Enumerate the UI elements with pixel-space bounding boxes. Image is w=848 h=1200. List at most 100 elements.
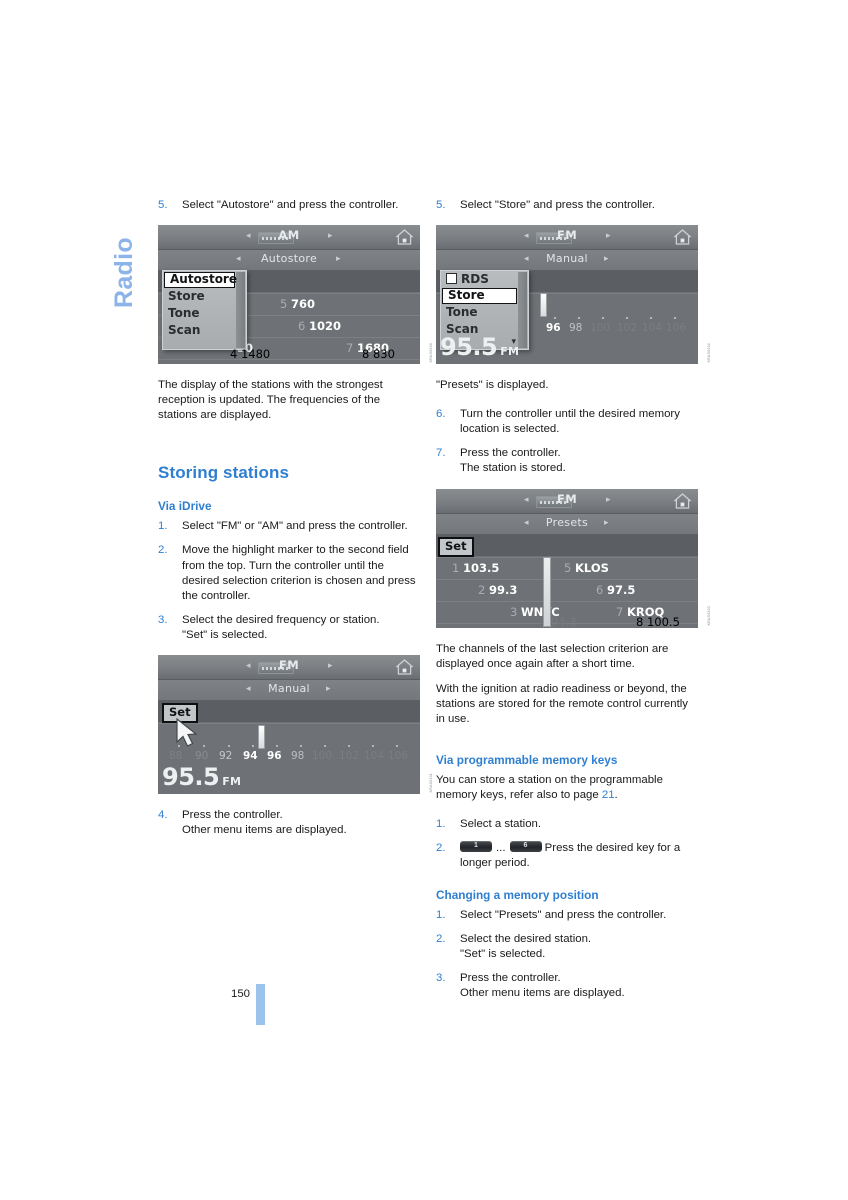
page-reference-link[interactable]: 21 — [602, 789, 615, 801]
chevron-right-icon[interactable]: ▸ — [606, 495, 611, 505]
scale-tick — [674, 317, 676, 320]
preset-entry[interactable]: 2 99.3 — [478, 583, 517, 597]
menu-label: Presets — [545, 515, 589, 529]
menu-label: Manual — [546, 252, 588, 266]
menu-item-store[interactable]: Store — [163, 288, 246, 305]
preset-entry[interactable]: 5 KLOS — [564, 561, 609, 575]
step-text: Press the controller. — [460, 447, 561, 460]
paragraph-autostore-result: The display of the stations with the str… — [158, 379, 383, 422]
tuner-needle[interactable] — [258, 725, 265, 750]
scale-label: 100 — [312, 750, 333, 763]
list-item: 7. Press the controller. The station is … — [436, 446, 698, 476]
preset-entry[interactable]: 8 100.5 — [636, 615, 680, 628]
scale-label: 94 — [243, 750, 258, 763]
step-number: 1. — [158, 520, 168, 533]
step-subtext: Other menu items are displayed. — [460, 986, 625, 999]
chevron-right-icon[interactable]: ▸ — [328, 661, 333, 671]
scale-tick — [554, 317, 556, 320]
checkbox-icon[interactable] — [446, 273, 457, 285]
left-step4-list: 4. Press the controller. Other menu item… — [158, 808, 420, 838]
home-icon[interactable] — [674, 492, 691, 509]
list-item: 1. Select "Presets" and press the contro… — [436, 908, 698, 923]
menu-item-tone[interactable]: Tone — [163, 305, 246, 322]
scale-label: 90 — [195, 750, 209, 763]
preset-entry[interactable]: 6 97.5 — [596, 583, 635, 597]
step-text: Select the desired frequency or station. — [182, 613, 380, 626]
step-number: 2. — [158, 544, 168, 557]
menu-item-autostore[interactable]: Autostore — [164, 272, 237, 289]
paragraph-memory-keys: You can store a station on the programma… — [436, 774, 663, 802]
home-icon[interactable] — [674, 229, 691, 245]
scale-label: 104 — [364, 750, 385, 763]
step-number: 6. — [436, 408, 446, 421]
preset-entry[interactable]: 5 760 — [280, 297, 315, 311]
changing-steps-list: 1. Select "Presets" and press the contro… — [436, 908, 698, 1001]
scale-tick — [650, 317, 652, 320]
list-scrollbar[interactable] — [543, 556, 551, 627]
table-row: 1 103.5 5 KLOS — [436, 557, 698, 580]
set-button[interactable]: Set — [438, 536, 474, 557]
figure-id: KRAS0300 — [429, 342, 433, 363]
list-item: 5. Select "Store" and press the controll… — [436, 198, 698, 213]
idrive-screen-fm-store: ◂ FM ▸ ◂ Manual ▸ 96 98 100 102 104 106 … — [436, 225, 698, 365]
step-text: Press the controller. — [460, 971, 561, 984]
memory-key-6-icon[interactable]: 6 — [509, 841, 542, 853]
menu-item-scan[interactable]: Scan — [163, 322, 246, 339]
tuner-needle[interactable] — [540, 293, 547, 318]
preset-entry[interactable]: 8 830 — [362, 347, 395, 361]
band-label: AM — [278, 228, 300, 243]
step-number: 2. — [436, 932, 446, 945]
page-title-storing-stations: Storing stations — [158, 463, 289, 483]
step-number: 7. — [436, 447, 446, 460]
menu-item-rds[interactable]: RDS — [441, 271, 528, 288]
preset-entry[interactable]: 6 1020 — [298, 319, 341, 333]
chevron-right-icon[interactable]: ▸ — [606, 231, 611, 241]
screen-topbar: ◂ AM ▸ — [158, 225, 420, 251]
home-icon[interactable] — [396, 229, 413, 245]
scale-tick — [602, 317, 604, 320]
menu-item-store[interactable]: Store — [442, 288, 517, 305]
scale-label: 102 — [617, 322, 638, 335]
screen-menubar: ◂ Manual ▸ — [436, 250, 698, 272]
chevron-right-icon[interactable]: ▸ — [336, 254, 341, 264]
list-item: 5. Select "Autostore" and press the cont… — [158, 198, 420, 213]
left-step5-list: 5. Select "Autostore" and press the cont… — [158, 198, 420, 213]
step-text: Press the desired key for a longer perio… — [460, 842, 681, 870]
scale-label: 98 — [569, 322, 583, 335]
ellipsis: ... — [496, 842, 506, 855]
step-subtext: Other menu items are displayed. — [182, 824, 347, 837]
list-item: 4. Press the controller. Other menu item… — [158, 808, 420, 838]
preset-entry[interactable]: 1 103.5 — [452, 561, 499, 575]
chevron-right-icon[interactable]: ▸ — [604, 518, 609, 528]
chevron-right-icon[interactable]: ▸ — [604, 254, 609, 264]
home-icon[interactable] — [396, 659, 413, 675]
step-text: Select "Store" and press the controller. — [460, 199, 655, 211]
right-step5-list: 5. Select "Store" and press the controll… — [436, 198, 698, 213]
step-number: 3. — [436, 971, 446, 984]
list-item: 1. Select "FM" or "AM" and press the con… — [158, 519, 420, 534]
page-footer: 150 — [158, 984, 278, 1025]
step-number: 1. — [436, 818, 446, 831]
band-label: FM — [556, 228, 578, 243]
scale-label: 88 — [169, 750, 183, 763]
heading-via-memory-keys: Via programmable memory keys — [436, 753, 618, 768]
figure-id: KRAS0303 — [707, 606, 711, 626]
memory-key-steps-list: 1. Select a station. 2. 1... 6 Press the … — [436, 817, 698, 871]
chevron-right-icon[interactable]: ▸ — [328, 231, 333, 241]
figure-id: KRAS0301 — [429, 772, 433, 793]
scale-label: 100 — [590, 322, 611, 335]
idrive-screen-am: ◂ AM ▸ ◂ Autostore ▸ 5 760 6 1020 7 1680… — [158, 225, 420, 365]
scale-tick — [578, 317, 580, 320]
memory-key-1-icon[interactable]: 1 — [460, 841, 492, 853]
menu-item-tone[interactable]: Tone — [441, 304, 528, 321]
scale-label: 96 — [267, 750, 282, 763]
paragraph-channels: The channels of the last selection crite… — [436, 642, 669, 670]
screen-topbar: ◂ FM ▸ — [158, 655, 420, 681]
chevron-right-icon[interactable]: ▸ — [326, 684, 331, 694]
paragraph-presets-displayed: "Presets" is displayed. — [436, 379, 549, 392]
scale-tick — [300, 745, 302, 748]
heading-via-idrive: Via iDrive — [158, 499, 212, 514]
figure-fm-store: ◂ FM ▸ ◂ Manual ▸ 96 98 100 102 104 106 … — [436, 225, 711, 365]
preset-entry[interactable]: 4 1480 — [230, 347, 270, 361]
list-item: 2. 1... 6 Press the desired key for a lon… — [436, 841, 698, 871]
